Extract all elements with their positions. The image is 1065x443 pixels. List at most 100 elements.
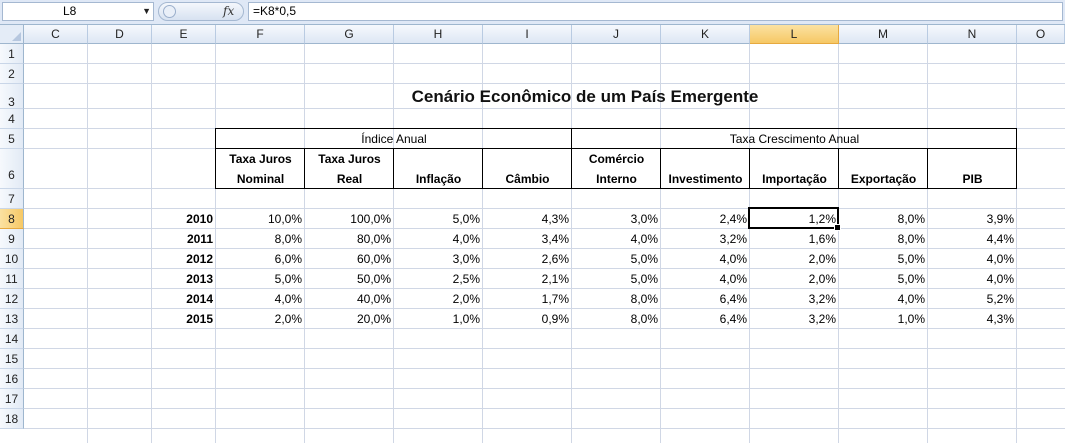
- row-header-1[interactable]: 1: [0, 44, 24, 64]
- data-cell[interactable]: 4,3%: [483, 209, 572, 229]
- data-cell[interactable]: 4,0%: [928, 249, 1017, 269]
- data-cell[interactable]: 40,0%: [305, 289, 394, 309]
- row-header-8[interactable]: 8: [0, 209, 24, 229]
- data-cell[interactable]: 8,0%: [572, 309, 661, 329]
- data-cell[interactable]: 1,0%: [394, 309, 483, 329]
- data-cell[interactable]: 6,4%: [661, 289, 750, 309]
- data-cell[interactable]: 2,5%: [394, 269, 483, 289]
- data-cell[interactable]: 4,0%: [572, 229, 661, 249]
- row-header-10[interactable]: 10: [0, 249, 24, 269]
- row-header-3[interactable]: 3: [0, 84, 24, 109]
- data-cell[interactable]: 50,0%: [305, 269, 394, 289]
- row-header-18[interactable]: 18: [0, 409, 24, 429]
- row-header-5[interactable]: 5: [0, 129, 24, 149]
- column-title-line2: Exportação: [850, 172, 917, 186]
- selected-cell-outline[interactable]: [748, 207, 841, 231]
- data-cell[interactable]: 3,4%: [483, 229, 572, 249]
- data-cell[interactable]: 5,0%: [572, 249, 661, 269]
- data-cell[interactable]: 1,0%: [839, 309, 928, 329]
- column-header-k[interactable]: K: [661, 25, 750, 44]
- column-header-h[interactable]: H: [394, 25, 483, 44]
- data-cell[interactable]: 8,0%: [839, 209, 928, 229]
- data-cell[interactable]: 2,4%: [661, 209, 750, 229]
- data-cell[interactable]: 3,2%: [750, 309, 839, 329]
- data-cell[interactable]: 4,3%: [928, 309, 1017, 329]
- data-cell[interactable]: 2,1%: [483, 269, 572, 289]
- row-header-12[interactable]: 12: [0, 289, 24, 309]
- data-cell[interactable]: 4,0%: [661, 269, 750, 289]
- column-header-l[interactable]: L: [750, 25, 839, 44]
- worksheet-grid[interactable]: C D E F G H I J K L M N O 1 2 3 4 5 6 7 8 9 10 11 12 13 14 15 16 17 18…: [0, 25, 1065, 443]
- column-header-j[interactable]: J: [572, 25, 661, 44]
- data-cell[interactable]: 1,7%: [483, 289, 572, 309]
- column-header-d[interactable]: D: [88, 25, 152, 44]
- data-cell[interactable]: 80,0%: [305, 229, 394, 249]
- data-cell[interactable]: 20,0%: [305, 309, 394, 329]
- row-header-7[interactable]: 7: [0, 189, 24, 209]
- data-cell[interactable]: 4,0%: [661, 249, 750, 269]
- column-title-line2: Câmbio: [505, 172, 550, 186]
- data-cell[interactable]: 2,0%: [750, 249, 839, 269]
- data-cell[interactable]: 0,9%: [483, 309, 572, 329]
- column-title-line1: Taxa Juros: [229, 152, 292, 166]
- data-cell[interactable]: 5,0%: [216, 269, 305, 289]
- column-header-m[interactable]: M: [839, 25, 928, 44]
- name-box[interactable]: L8 ▼: [2, 2, 154, 21]
- data-cell[interactable]: 4,0%: [839, 289, 928, 309]
- data-cell[interactable]: 8,0%: [839, 229, 928, 249]
- row-header-14[interactable]: 14: [0, 329, 24, 349]
- data-cell[interactable]: 4,0%: [928, 269, 1017, 289]
- data-cell[interactable]: 3,0%: [394, 249, 483, 269]
- expand-icon[interactable]: [163, 5, 176, 18]
- row-header-17[interactable]: 17: [0, 389, 24, 409]
- column-header-f[interactable]: F: [216, 25, 305, 44]
- data-cell[interactable]: 1,6%: [750, 229, 839, 249]
- row-header-15[interactable]: 15: [0, 349, 24, 369]
- data-cell[interactable]: 6,4%: [661, 309, 750, 329]
- data-cell[interactable]: 3,2%: [750, 289, 839, 309]
- data-cell[interactable]: 5,0%: [839, 269, 928, 289]
- data-cell[interactable]: 4,0%: [216, 289, 305, 309]
- group-header-indice-anual: Índice Anual: [361, 132, 427, 146]
- data-cell[interactable]: 3,0%: [572, 209, 661, 229]
- data-cell[interactable]: 4,4%: [928, 229, 1017, 249]
- column-title-line2: PIB: [962, 172, 983, 186]
- data-cell[interactable]: 5,0%: [572, 269, 661, 289]
- formula-input[interactable]: =K8*0,5: [248, 2, 1063, 21]
- row-header-9[interactable]: 9: [0, 229, 24, 249]
- data-cell[interactable]: 2,0%: [216, 309, 305, 329]
- data-cell[interactable]: 3,9%: [928, 209, 1017, 229]
- data-cell[interactable]: 4,0%: [394, 229, 483, 249]
- data-cell[interactable]: 8,0%: [216, 229, 305, 249]
- data-cell[interactable]: 8,0%: [572, 289, 661, 309]
- row-header-6[interactable]: 6: [0, 149, 24, 189]
- column-header-o[interactable]: O: [1017, 25, 1065, 44]
- row-header-16[interactable]: 16: [0, 369, 24, 389]
- data-cell[interactable]: 2,0%: [394, 289, 483, 309]
- data-cell[interactable]: 5,0%: [839, 249, 928, 269]
- data-cell[interactable]: 5,2%: [928, 289, 1017, 309]
- gridline-horizontal: [24, 428, 1065, 429]
- column-header-n[interactable]: N: [928, 25, 1017, 44]
- insert-function-icon[interactable]: fx: [223, 3, 234, 20]
- data-cell[interactable]: 10,0%: [216, 209, 305, 229]
- data-cell[interactable]: 6,0%: [216, 249, 305, 269]
- data-cell[interactable]: 3,2%: [661, 229, 750, 249]
- data-cell[interactable]: 2,0%: [750, 269, 839, 289]
- column-header-g[interactable]: G: [305, 25, 394, 44]
- column-header-e[interactable]: E: [152, 25, 216, 44]
- data-cell[interactable]: 100,0%: [305, 209, 394, 229]
- row-header-2[interactable]: 2: [0, 64, 24, 84]
- select-all-corner[interactable]: [0, 25, 24, 44]
- column-header-i[interactable]: I: [483, 25, 572, 44]
- data-cell[interactable]: 60,0%: [305, 249, 394, 269]
- chevron-down-icon[interactable]: ▼: [142, 3, 151, 20]
- row-header-13[interactable]: 13: [0, 309, 24, 329]
- gridline-horizontal: [24, 408, 1065, 409]
- row-header-11[interactable]: 11: [0, 269, 24, 289]
- column-title-line2: Investimento: [668, 172, 743, 186]
- row-header-4[interactable]: 4: [0, 109, 24, 129]
- column-header-c[interactable]: C: [24, 25, 88, 44]
- data-cell[interactable]: 5,0%: [394, 209, 483, 229]
- data-cell[interactable]: 2,6%: [483, 249, 572, 269]
